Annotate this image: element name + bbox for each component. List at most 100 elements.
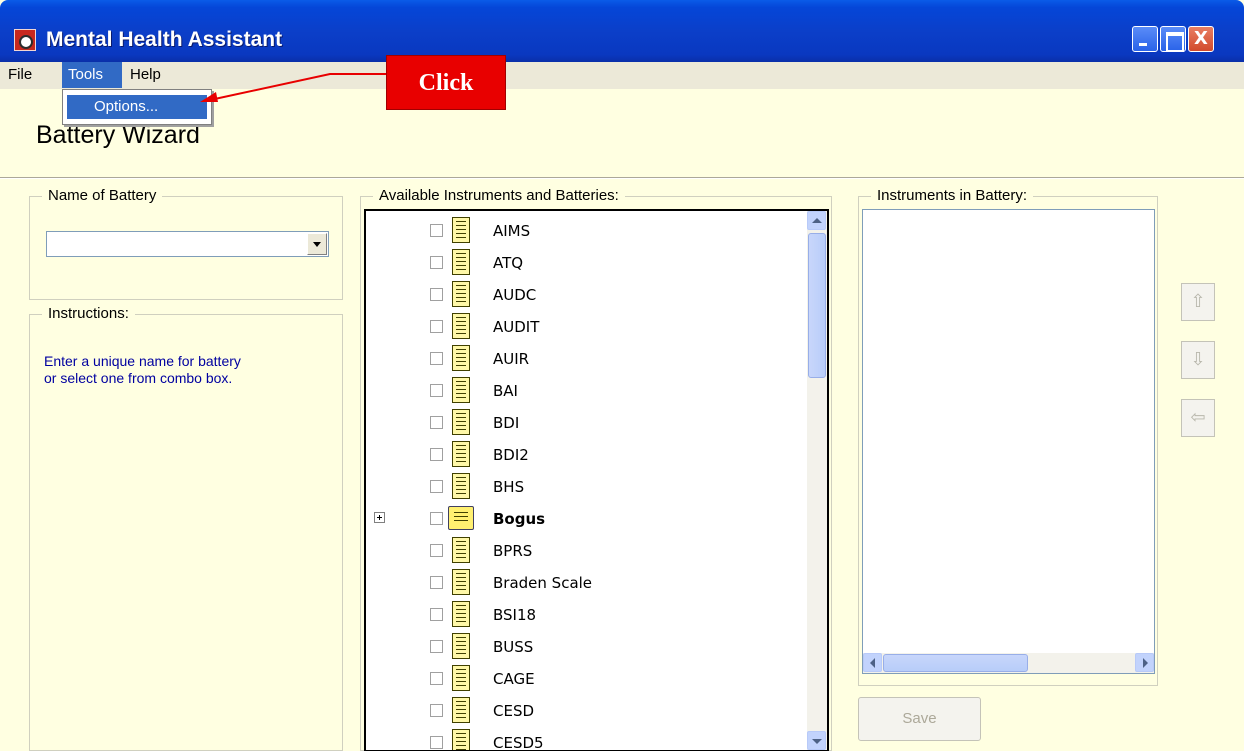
tree-row[interactable]: AUIR bbox=[366, 343, 806, 375]
instrument-icon bbox=[452, 377, 470, 403]
close-icon: X bbox=[1194, 28, 1208, 49]
scroll-left-icon[interactable] bbox=[863, 653, 882, 672]
tree-row-label: CESD5 bbox=[493, 734, 544, 751]
tree-row[interactable]: BHS bbox=[366, 471, 806, 503]
scroll-down-icon[interactable] bbox=[807, 731, 826, 750]
maximize-button[interactable] bbox=[1160, 26, 1186, 52]
tree-row-label: BUSS bbox=[493, 638, 534, 656]
tree-row-label: Braden Scale bbox=[493, 574, 593, 592]
item-checkbox[interactable] bbox=[430, 736, 443, 749]
battery-instrument-list[interactable] bbox=[862, 209, 1155, 674]
app-icon[interactable] bbox=[14, 29, 36, 51]
tree-row[interactable]: BAI bbox=[366, 375, 806, 407]
item-checkbox[interactable] bbox=[430, 672, 443, 685]
tree-row-label: BAI bbox=[493, 382, 518, 400]
item-checkbox[interactable] bbox=[430, 288, 443, 301]
page-title: Battery Wizard bbox=[36, 121, 200, 149]
callout-arrow bbox=[200, 73, 386, 102]
instrument-icon bbox=[452, 345, 470, 371]
item-checkbox[interactable] bbox=[430, 544, 443, 557]
available-instruments-group: Available Instruments and Batteries: AIM… bbox=[360, 187, 832, 751]
instrument-icon bbox=[452, 601, 470, 627]
instructions-legend: Instructions: bbox=[42, 305, 135, 322]
tree-row[interactable]: Braden Scale bbox=[366, 567, 806, 599]
item-checkbox[interactable] bbox=[430, 416, 443, 429]
name-of-battery-group: Name of Battery bbox=[29, 187, 343, 300]
remove-button[interactable] bbox=[1181, 399, 1215, 437]
item-checkbox[interactable] bbox=[430, 448, 443, 461]
instrument-icon bbox=[452, 473, 470, 499]
tree-row-label: BPRS bbox=[493, 542, 533, 560]
instrument-icon bbox=[452, 281, 470, 307]
tree-row-label: Bogus bbox=[493, 510, 546, 528]
instrument-icon bbox=[452, 217, 470, 243]
tree-row-label: CESD bbox=[493, 702, 535, 720]
item-checkbox[interactable] bbox=[430, 320, 443, 333]
tree-row[interactable]: AIMS bbox=[366, 215, 806, 247]
instruments-in-battery-legend: Instruments in Battery: bbox=[871, 187, 1034, 204]
item-checkbox[interactable] bbox=[430, 384, 443, 397]
tree-row[interactable]: AUDIT bbox=[366, 311, 806, 343]
move-up-button[interactable] bbox=[1181, 283, 1215, 321]
item-checkbox[interactable] bbox=[430, 512, 443, 525]
combo-dropdown-icon[interactable] bbox=[307, 233, 327, 255]
item-checkbox[interactable] bbox=[430, 608, 443, 621]
tree-row-label: AIMS bbox=[493, 222, 531, 240]
instrument-icon bbox=[452, 697, 470, 723]
tree-row-label: BDI2 bbox=[493, 446, 529, 464]
tree-row-label: BDI bbox=[493, 414, 520, 432]
item-checkbox[interactable] bbox=[430, 640, 443, 653]
item-checkbox[interactable] bbox=[430, 224, 443, 237]
tree-row[interactable]: BSI18 bbox=[366, 599, 806, 631]
close-button[interactable]: X bbox=[1188, 26, 1214, 52]
title-bar[interactable]: Mental Health Assistant X bbox=[0, 0, 1244, 62]
instrument-icon bbox=[452, 409, 470, 435]
scroll-thumb[interactable] bbox=[883, 654, 1028, 672]
instrument-icon bbox=[452, 249, 470, 275]
battery-icon bbox=[448, 506, 474, 530]
item-checkbox[interactable] bbox=[430, 704, 443, 717]
tree-row[interactable]: BPRS bbox=[366, 535, 806, 567]
tree-row-label: BSI18 bbox=[493, 606, 537, 624]
expand-icon[interactable] bbox=[374, 512, 385, 523]
horizontal-scrollbar[interactable] bbox=[863, 653, 1154, 673]
tree-row[interactable]: Bogus bbox=[366, 503, 806, 535]
tree-row[interactable]: AUDC bbox=[366, 279, 806, 311]
item-checkbox[interactable] bbox=[430, 352, 443, 365]
menu-help[interactable]: Help bbox=[130, 66, 161, 83]
tree-row[interactable]: BDI bbox=[366, 407, 806, 439]
vertical-scrollbar[interactable] bbox=[807, 211, 827, 750]
instrument-icon bbox=[452, 313, 470, 339]
menu-tools[interactable]: Tools bbox=[62, 62, 122, 88]
instructions-text: Enter a unique name for battery or selec… bbox=[44, 353, 241, 386]
battery-name-combo[interactable] bbox=[46, 231, 329, 257]
tree-row-label: AUDC bbox=[493, 286, 537, 304]
tree-row[interactable]: BDI2 bbox=[366, 439, 806, 471]
window-title: Mental Health Assistant bbox=[46, 28, 283, 51]
name-of-battery-legend: Name of Battery bbox=[42, 187, 163, 204]
move-down-button[interactable] bbox=[1181, 341, 1215, 379]
scroll-right-icon[interactable] bbox=[1135, 653, 1154, 672]
instrument-icon bbox=[452, 665, 470, 691]
instrument-tree[interactable]: AIMS ATQ AUDC AUDIT AUIR BAI BDI BDI2 BHS Bogus BP… bbox=[364, 209, 829, 751]
tree-row-label: AUDIT bbox=[493, 318, 540, 336]
minimize-button[interactable] bbox=[1132, 26, 1158, 52]
save-button[interactable]: Save bbox=[858, 697, 981, 741]
tree-row[interactable]: ATQ bbox=[366, 247, 806, 279]
instrument-icon bbox=[452, 729, 470, 750]
tree-row[interactable]: BUSS bbox=[366, 631, 806, 663]
tree-row[interactable]: CESD5 bbox=[366, 727, 806, 751]
item-checkbox[interactable] bbox=[430, 256, 443, 269]
item-checkbox[interactable] bbox=[430, 480, 443, 493]
tree-row-label: AUIR bbox=[493, 350, 530, 368]
tree-row[interactable]: CAGE bbox=[366, 663, 806, 695]
tree-row[interactable]: CESD bbox=[366, 695, 806, 727]
scroll-thumb[interactable] bbox=[808, 233, 826, 378]
item-checkbox[interactable] bbox=[430, 576, 443, 589]
menu-file[interactable]: File bbox=[8, 66, 32, 83]
scroll-up-icon[interactable] bbox=[807, 211, 826, 230]
instructions-group: Instructions: Enter a unique name for ba… bbox=[29, 305, 343, 751]
instruments-in-battery-group: Instruments in Battery: bbox=[858, 187, 1158, 686]
tree-row-label: ATQ bbox=[493, 254, 524, 272]
main-window: Mental Health Assistant X File Tools Hel… bbox=[0, 0, 1244, 751]
